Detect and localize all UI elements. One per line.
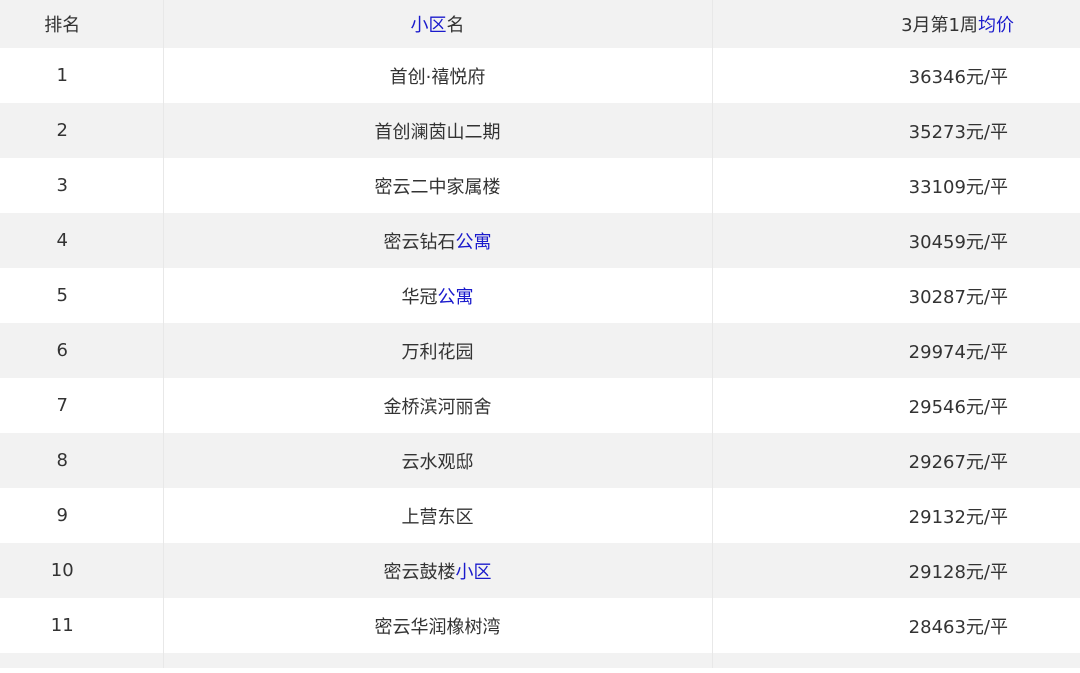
community-name: 万利花园 [401, 341, 474, 363]
header-price-prefix: 3月第1周 [901, 15, 978, 36]
community-name: 首创·禧悦府 [389, 66, 486, 88]
community-name: 华冠 [401, 286, 438, 308]
empty-cell [162, 653, 713, 668]
community-name-cell: 上营东区 [162, 488, 713, 543]
table-row: 1 首创·禧悦府 36346元/平 [0, 48, 1080, 103]
header-price: 3月第1周均价 [712, 0, 1080, 48]
community-name-cell: 密云鼓楼小区 [162, 543, 713, 598]
header-name-link[interactable]: 小区 [411, 15, 447, 36]
community-name-cell: 金桥滨河丽舍 [162, 378, 713, 433]
rank-cell: 8 [0, 433, 163, 488]
header-rank: 排名 [0, 0, 163, 48]
community-name-cell: 首创·禧悦府 [162, 48, 713, 103]
average-price-cell: 28463元/平 [712, 598, 1080, 653]
table-row: 8 云水观邸 29267元/平 [0, 433, 1080, 488]
rank-cell: 3 [0, 158, 163, 213]
rank-cell: 7 [0, 378, 163, 433]
table-row-partial [0, 653, 1080, 668]
rank-cell: 4 [0, 213, 163, 268]
table-row: 2 首创澜茵山二期 35273元/平 [0, 103, 1080, 158]
average-price-cell: 30287元/平 [712, 268, 1080, 323]
rank-cell: 5 [0, 268, 163, 323]
community-name: 云水观邸 [401, 451, 474, 473]
community-name: 上营东区 [401, 506, 474, 528]
community-name-cell: 万利花园 [162, 323, 713, 378]
average-price-cell: 35273元/平 [712, 103, 1080, 158]
empty-cell [712, 653, 1080, 668]
community-name-cell: 密云二中家属楼 [162, 158, 713, 213]
average-price-cell: 29974元/平 [712, 323, 1080, 378]
average-price-cell: 29132元/平 [712, 488, 1080, 543]
rank-cell: 10 [0, 543, 163, 598]
average-price-cell: 33109元/平 [712, 158, 1080, 213]
table-row: 6 万利花园 29974元/平 [0, 323, 1080, 378]
empty-cell [0, 653, 163, 668]
header-price-link[interactable]: 均价 [978, 15, 1014, 36]
community-name: 密云钻石 [383, 231, 456, 253]
table-row: 9 上营东区 29132元/平 [0, 488, 1080, 543]
rank-cell: 11 [0, 598, 163, 653]
community-name-link[interactable]: 小区 [456, 562, 492, 583]
community-name-cell: 云水观邸 [162, 433, 713, 488]
community-name: 首创澜茵山二期 [374, 121, 501, 143]
average-price-cell: 30459元/平 [712, 213, 1080, 268]
community-name-link[interactable]: 公寓 [438, 287, 474, 308]
community-name-cell: 密云钻石公寓 [162, 213, 713, 268]
header-name-suffix: 名 [446, 15, 465, 36]
average-price-cell: 29128元/平 [712, 543, 1080, 598]
community-name-cell: 首创澜茵山二期 [162, 103, 713, 158]
average-price-cell: 29267元/平 [712, 433, 1080, 488]
rank-cell: 2 [0, 103, 163, 158]
community-name-cell: 密云华润橡树湾 [162, 598, 713, 653]
community-name: 金桥滨河丽舍 [383, 396, 492, 418]
community-name-link[interactable]: 公寓 [456, 232, 492, 253]
average-price-cell: 29546元/平 [712, 378, 1080, 433]
table-header-row: 排名 小区名 3月第1周均价 [0, 0, 1080, 48]
average-price-cell: 36346元/平 [712, 48, 1080, 103]
table-row: 3 密云二中家属楼 33109元/平 [0, 158, 1080, 213]
header-name: 小区名 [162, 0, 713, 48]
community-name: 密云鼓楼 [383, 561, 456, 583]
ranking-table: 排名 小区名 3月第1周均价 1 首创·禧悦府 36346元/平 2 首创澜茵山二期 35… [0, 0, 1080, 668]
community-name: 密云二中家属楼 [374, 176, 501, 198]
table-row: 5 华冠公寓 30287元/平 [0, 268, 1080, 323]
table-row: 10 密云鼓楼小区 29128元/平 [0, 543, 1080, 598]
rank-cell: 6 [0, 323, 163, 378]
rank-cell: 9 [0, 488, 163, 543]
community-name-cell: 华冠公寓 [162, 268, 713, 323]
table-row: 7 金桥滨河丽舍 29546元/平 [0, 378, 1080, 433]
rank-cell: 1 [0, 48, 163, 103]
community-name: 密云华润橡树湾 [374, 616, 501, 638]
table-row: 4 密云钻石公寓 30459元/平 [0, 213, 1080, 268]
table-row: 11 密云华润橡树湾 28463元/平 [0, 598, 1080, 653]
